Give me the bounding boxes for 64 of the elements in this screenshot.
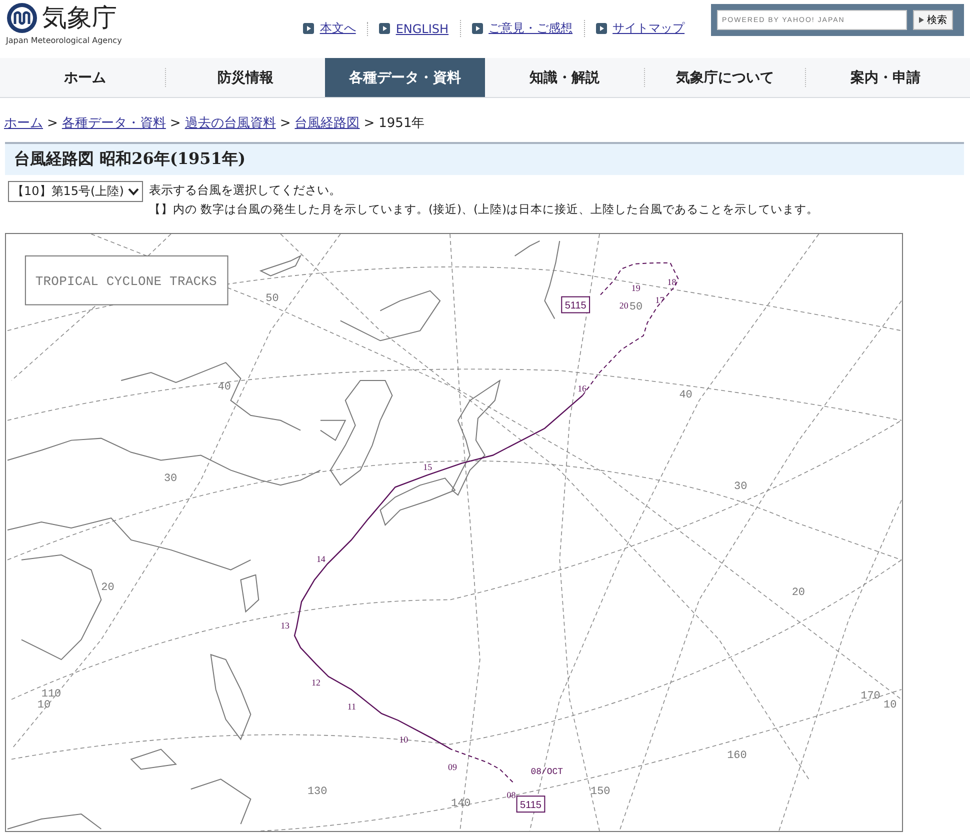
header-link[interactable]: ENGLISH <box>396 22 449 36</box>
day-label: 09 <box>448 762 457 772</box>
day-label: 12 <box>311 677 320 688</box>
arrow-square-icon <box>378 23 390 34</box>
header-link[interactable]: サイトマップ <box>612 20 685 37</box>
day-label: 11 <box>347 701 356 712</box>
nav-tab[interactable]: 気象庁について <box>644 68 804 87</box>
breadcrumb-link[interactable]: 台風経路図 <box>294 114 360 132</box>
logo-text: 気象庁 <box>42 2 117 34</box>
legend-note: 【】内の 数字は台風の発生した月を示しています。(接近)、(上陸)は日本に接近、上陸した台風であることを示しています。 <box>148 202 819 217</box>
grid-label: 150 <box>590 786 610 798</box>
header-link[interactable]: ご意見・ご感想 <box>488 20 573 37</box>
grid-label: 170 <box>860 690 880 702</box>
nav-tab[interactable]: 各種データ・資料 <box>325 58 484 97</box>
breadcrumb-link[interactable]: 各種データ・資料 <box>62 114 166 132</box>
triangle-icon <box>919 17 924 23</box>
breadcrumb-link[interactable]: 過去の台風資料 <box>184 114 276 132</box>
start-date-label: 08/OCT <box>530 767 563 778</box>
nav-tab[interactable]: ホーム <box>5 68 164 87</box>
breadcrumb-separator: > <box>364 116 375 131</box>
day-label: 16 <box>578 383 587 394</box>
search-button[interactable]: 検索 <box>913 10 953 30</box>
breadcrumb-separator: > <box>170 116 181 131</box>
grid-label: 160 <box>727 750 747 762</box>
storm-id-label: 5115 <box>561 296 590 314</box>
nav-tab[interactable]: 知識・解説 <box>484 68 644 87</box>
nav-tab[interactable]: 案内・申請 <box>804 68 965 87</box>
breadcrumb-separator: > <box>280 116 291 131</box>
day-label: 08 <box>506 790 516 800</box>
day-label: 18 <box>667 276 676 287</box>
day-label: 19 <box>631 282 640 293</box>
breadcrumb-link[interactable]: ホーム <box>4 114 43 132</box>
grid-label: 140 <box>451 798 471 810</box>
breadcrumb-current: 1951年 <box>378 115 425 132</box>
page-title: 台風経路図 昭和26年(1951年) <box>5 142 964 175</box>
grid-label: 40 <box>218 381 231 394</box>
title-box: TROPICAL CYCLONE TRACKS <box>24 255 228 306</box>
day-label: 15 <box>423 462 432 472</box>
grid-label: 130 <box>308 786 328 798</box>
caret-icon <box>128 188 139 196</box>
day-label: 13 <box>280 620 290 631</box>
logo-subtitle: Japan Meteorological Agency <box>6 36 122 45</box>
select-hint: 表示する台風を選択してください。 <box>148 182 342 199</box>
arrow-square-icon <box>472 23 483 34</box>
storm-id-label: 5115 <box>516 796 546 813</box>
grid-label: 30 <box>734 481 748 494</box>
grid-label: 50 <box>629 302 643 314</box>
day-label: 17 <box>655 294 664 305</box>
grid-label: 40 <box>679 389 692 402</box>
header-link[interactable]: 本文へ <box>320 20 356 37</box>
grid-label: 50 <box>266 292 279 305</box>
grid-label: 20 <box>792 586 806 599</box>
arrow-square-icon <box>302 23 314 34</box>
grid-label: 10 <box>884 699 897 712</box>
breadcrumb-separator: > <box>47 116 58 131</box>
day-label: 20 <box>619 300 628 311</box>
grid-label: 20 <box>101 582 114 594</box>
typhoon-select[interactable]: 【10】第15号(上陸) <box>8 181 143 202</box>
grid-label: 30 <box>164 473 178 486</box>
day-label: 10 <box>399 734 408 744</box>
grid-label: 110 <box>41 688 62 700</box>
day-label: 14 <box>316 554 326 564</box>
grid-label: 10 <box>37 699 51 712</box>
arrow-square-icon <box>596 23 607 34</box>
